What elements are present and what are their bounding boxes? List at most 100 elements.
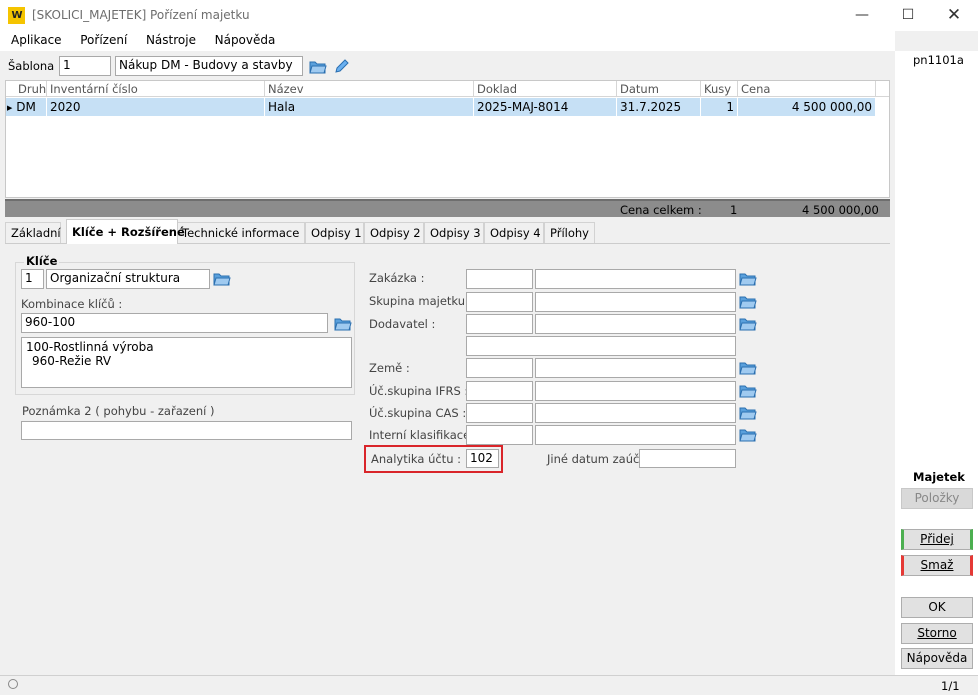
col-datum[interactable]: Datum <box>617 81 701 97</box>
help-button[interactable]: Nápověda <box>901 648 973 669</box>
asset-grid: Druh Inventární číslo Název Doklad Datum… <box>5 80 890 198</box>
add-button[interactable]: Přidej <box>901 529 973 550</box>
zeme-label: Země : <box>369 361 410 375</box>
folder-open-icon[interactable] <box>213 271 231 286</box>
col-druh[interactable]: Druh <box>6 81 47 97</box>
interni-code-input[interactable] <box>466 425 533 445</box>
folder-open-icon[interactable] <box>334 316 352 331</box>
dodavatel-label: Dodavatel : <box>369 317 436 331</box>
org-number-input[interactable]: 1 <box>21 269 44 289</box>
interni-label: Interní klasifikace : <box>369 428 478 442</box>
delete-button[interactable]: Smaž <box>901 555 973 576</box>
combo-line-2: 960-Režie RV <box>32 354 112 368</box>
combo-label: Kombinace klíčů : <box>21 297 123 311</box>
storno-button[interactable]: Storno <box>901 623 973 644</box>
zakazka-code-input[interactable] <box>466 269 533 289</box>
dodavatel-code-input[interactable] <box>466 314 533 334</box>
footer-cena: 4 500 000,00 <box>802 203 879 217</box>
cas-label: Úč.skupina CAS : <box>369 406 467 420</box>
row-druh-cell[interactable]: ▶ DM <box>6 98 47 116</box>
close-icon[interactable]: ✕ <box>931 0 977 31</box>
zeme-code-input[interactable] <box>466 358 533 378</box>
tab-zakladni[interactable]: Základní <box>5 222 61 243</box>
tab-technicke[interactable]: Technické informace <box>176 222 305 243</box>
col-inventarni[interactable]: Inventární číslo <box>47 81 265 97</box>
tab-odpisy-3[interactable]: Odpisy 3 <box>424 222 484 243</box>
menu-porizeni[interactable]: Pořízení <box>65 31 127 47</box>
footer-label: Cena celkem : <box>620 203 702 217</box>
col-cena[interactable]: Cena <box>738 81 876 97</box>
status-indicator-icon <box>8 679 18 689</box>
minimize-icon[interactable]: — <box>839 0 885 31</box>
combo-detail-box: 100-Rostlinná výroba 960-Režie RV <box>21 337 352 388</box>
analytika-label: Analytika účtu : <box>371 452 462 466</box>
skupina-name-input[interactable] <box>535 292 736 312</box>
row-nazev[interactable]: Hala <box>265 98 474 116</box>
row-cena[interactable]: 4 500 000,00 <box>738 98 876 116</box>
cas-code-input[interactable] <box>466 403 533 423</box>
ifrs-label: Úč.skupina IFRS : <box>369 384 469 398</box>
dodavatel-name-input[interactable] <box>535 314 736 334</box>
folder-open-icon[interactable] <box>739 427 757 442</box>
ifrs-name-input[interactable] <box>535 381 736 401</box>
menu-napoveda[interactable]: Nápověda <box>200 31 276 47</box>
pencil-icon[interactable] <box>333 59 351 74</box>
jine-datum-input[interactable] <box>639 449 736 468</box>
polozky-button[interactable]: Položky <box>901 488 973 509</box>
folder-open-icon[interactable] <box>739 294 757 309</box>
row-inv[interactable]: 2020 <box>47 98 265 116</box>
window-title: [SKOLICI_MAJETEK] Pořízení majetku <box>32 8 250 22</box>
dodavatel-detail-input[interactable] <box>466 336 736 356</box>
tab-odpisy-2[interactable]: Odpisy 2 <box>364 222 424 243</box>
analytika-input[interactable]: 102 <box>466 449 499 468</box>
menu-nastroje[interactable]: Nástroje <box>131 31 196 47</box>
app-logo: W <box>8 7 25 24</box>
tab-odpisy-4[interactable]: Odpisy 4 <box>484 222 544 243</box>
folder-open-icon[interactable] <box>739 360 757 375</box>
col-kusy[interactable]: Kusy <box>701 81 738 97</box>
footer-kusy: 1 <box>730 203 738 217</box>
delete-button-label: Smaž <box>920 558 954 572</box>
keys-group-title: Klíče <box>24 254 60 268</box>
combo-input[interactable]: 960-100 <box>21 313 328 333</box>
folder-open-icon[interactable] <box>739 405 757 420</box>
row-doklad[interactable]: 2025-MAJ-8014 <box>474 98 617 116</box>
row-datum[interactable]: 31.7.2025 <box>617 98 701 116</box>
row-indicator-icon: ▶ <box>7 104 13 112</box>
note-input[interactable] <box>21 421 352 440</box>
org-name-input[interactable]: Organizační struktura <box>46 269 210 289</box>
menu-aplikace[interactable]: Aplikace <box>0 31 62 47</box>
zakazka-name-input[interactable] <box>535 269 736 289</box>
sablona-name-input[interactable]: Nákup DM - Budovy a stavby <box>115 56 303 76</box>
col-nazev[interactable]: Název <box>265 81 474 97</box>
sablona-label: Šablona : <box>8 59 62 73</box>
maximize-icon[interactable]: ☐ <box>885 0 931 31</box>
zeme-name-input[interactable] <box>535 358 736 378</box>
folder-open-icon[interactable] <box>309 59 327 74</box>
storno-button-label: Storno <box>917 626 957 640</box>
skupina-code-input[interactable] <box>466 292 533 312</box>
side-pane <box>895 51 978 675</box>
add-button-label: Přidej <box>920 532 954 546</box>
interni-name-input[interactable] <box>535 425 736 445</box>
folder-open-icon[interactable] <box>739 383 757 398</box>
title-bar: W [SKOLICI_MAJETEK] Pořízení majetku — ☐… <box>0 0 978 31</box>
row-kusy[interactable]: 1 <box>701 98 738 116</box>
sablona-number-input[interactable]: 1 <box>59 56 111 76</box>
ok-button[interactable]: OK <box>901 597 973 618</box>
status-bar: 1/1 <box>0 675 978 695</box>
grid-footer: Cena celkem : 1 4 500 000,00 <box>5 199 890 217</box>
note-label: Poznámka 2 ( pohybu - zařazení ) <box>22 404 215 418</box>
folder-open-icon[interactable] <box>739 271 757 286</box>
ifrs-code-input[interactable] <box>466 381 533 401</box>
col-spacer <box>876 81 889 97</box>
menu-bar: Aplikace Pořízení Nástroje Nápověda <box>0 31 895 51</box>
col-doklad[interactable]: Doklad <box>474 81 617 97</box>
cas-name-input[interactable] <box>535 403 736 423</box>
folder-open-icon[interactable] <box>739 316 757 331</box>
tab-prilohy[interactable]: Přílohy <box>544 222 595 243</box>
tab-klice-rozsirene[interactable]: Klíče + Rozšířené <box>66 219 185 244</box>
combo-line-1: 100-Rostlinná výroba <box>26 340 154 354</box>
form-code: pn1101a <box>913 53 964 67</box>
tab-odpisy-1[interactable]: Odpisy 1 <box>305 222 364 243</box>
